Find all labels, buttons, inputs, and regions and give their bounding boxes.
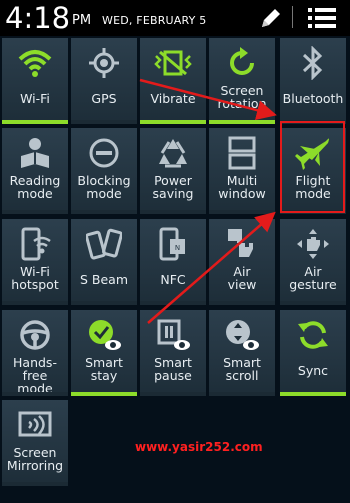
arrow-to-flight-mode-top bbox=[139, 78, 277, 120]
annotation-arrows bbox=[139, 78, 277, 324]
arrow-to-flight-mode-bottom bbox=[147, 211, 276, 324]
watermark: www.yasir252.com bbox=[135, 440, 263, 454]
